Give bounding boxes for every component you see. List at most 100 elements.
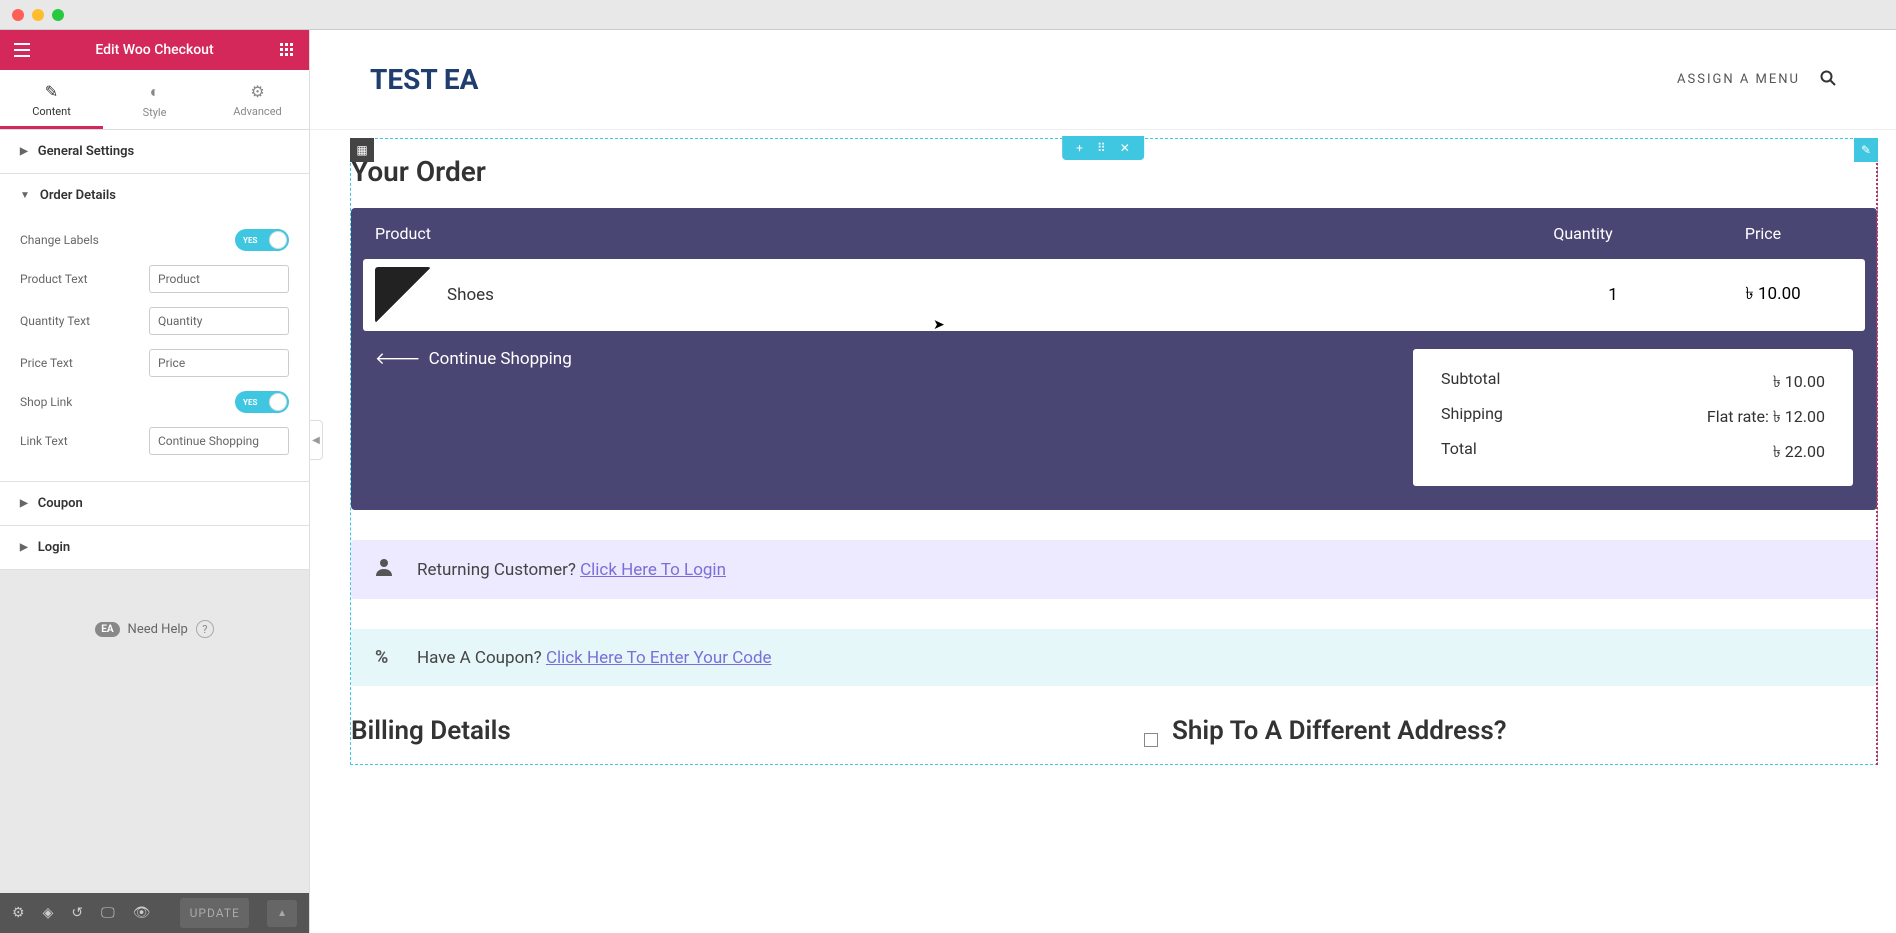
coupon-notice: % Have A Coupon? Click Here To Enter You… <box>351 629 1877 686</box>
product-price: ৳ 10.00 <box>1693 281 1853 309</box>
section-order-details-label: Order Details <box>40 188 116 203</box>
total-value: ৳ 22.00 <box>1773 439 1825 466</box>
product-image <box>375 267 431 323</box>
tab-advanced[interactable]: ⚙ Advanced <box>206 70 309 129</box>
column-handle-icon[interactable]: ▦ <box>350 138 374 162</box>
price-text-input[interactable] <box>149 349 289 377</box>
collapse-sidebar-handle[interactable]: ◀ <box>310 420 323 460</box>
product-name: Shoes <box>447 285 1533 305</box>
section-coupon-header[interactable]: ▶ Coupon <box>0 482 309 525</box>
tab-content[interactable]: ✎ Content <box>0 70 103 129</box>
minimize-window[interactable] <box>32 9 44 21</box>
total-label: Total <box>1441 439 1477 466</box>
responsive-icon[interactable]: 🖵 <box>101 905 115 921</box>
section-general-header[interactable]: ▶ General Settings <box>0 130 309 173</box>
edit-widget-icon[interactable]: ✎ <box>1854 138 1878 162</box>
shipping-label: Shipping <box>1441 404 1503 431</box>
update-options[interactable]: ▲ <box>267 900 297 927</box>
history-icon[interactable]: ↺ <box>71 905 83 921</box>
ship-different-checkbox[interactable] <box>1144 733 1158 747</box>
update-button[interactable]: UPDATE <box>180 898 249 928</box>
help-icon: ? <box>196 620 214 638</box>
toggle-yes-text-2: YES <box>243 398 257 407</box>
subtotal-label: Subtotal <box>1441 369 1500 396</box>
contrast-icon: ◐ <box>103 82 206 102</box>
section-controls: + ⠿ ✕ <box>1062 136 1144 160</box>
col-price: Price <box>1673 224 1853 243</box>
product-qty: 1 <box>1533 285 1693 305</box>
help-section: EA Need Help ? <box>0 570 309 893</box>
gear-icon: ⚙ <box>206 82 309 101</box>
caret-right-icon: ▶ <box>20 146 28 157</box>
login-link[interactable]: Click Here To Login <box>580 560 726 580</box>
close-section-icon[interactable]: ✕ <box>1120 141 1130 155</box>
preview-icon[interactable]: 👁 <box>133 905 151 921</box>
widgets-icon[interactable] <box>277 40 297 60</box>
site-title: TEST EA <box>370 63 478 96</box>
shop-link-toggle[interactable]: YES <box>235 391 289 413</box>
close-window[interactable] <box>12 9 24 21</box>
tab-style[interactable]: ◐ Style <box>103 70 206 129</box>
add-section-icon[interactable]: + <box>1076 141 1083 155</box>
caret-down-icon: ▼ <box>20 190 30 201</box>
editor-tabs: ✎ Content ◐ Style ⚙ Advanced <box>0 70 309 130</box>
billing-heading: Billing Details <box>351 716 1084 746</box>
editor-sidebar: Edit Woo Checkout ✎ Content ◐ Style ⚙ Ad… <box>0 30 310 933</box>
tab-content-label: Content <box>32 105 71 118</box>
bottom-toolbar: ⚙ ◈ ↺ 🖵 👁 UPDATE ▲ <box>0 893 309 933</box>
section-login-header[interactable]: ▶ Login <box>0 526 309 569</box>
toggle-yes-text: YES <box>243 236 257 245</box>
site-nav: ASSIGN A MENU <box>1677 70 1836 90</box>
ea-badge-icon: EA <box>95 622 119 637</box>
product-text-input[interactable] <box>149 265 289 293</box>
navigator-icon[interactable]: ◈ <box>43 905 54 921</box>
order-table: Product Quantity Price Shoes 1 ৳ 10.00 🡐 <box>351 208 1877 510</box>
pencil-icon: ✎ <box>0 82 103 101</box>
quantity-text-label: Quantity Text <box>20 314 90 328</box>
need-help[interactable]: EA Need Help ? <box>95 620 214 638</box>
section-general-label: General Settings <box>38 144 135 159</box>
col-product: Product <box>375 224 1493 243</box>
section-right-border <box>1874 146 1878 765</box>
ship-different-heading: Ship To A Different Address? <box>1172 716 1507 746</box>
site-header: TEST EA ASSIGN A MENU <box>310 30 1896 130</box>
shop-link-label: Shop Link <box>20 395 72 409</box>
settings-icon[interactable]: ⚙ <box>12 905 25 921</box>
section-coupon-label: Coupon <box>38 496 83 511</box>
order-row: Shoes 1 ৳ 10.00 <box>363 259 1865 331</box>
change-labels-label: Change Labels <box>20 233 99 247</box>
drag-section-icon[interactable]: ⠿ <box>1097 141 1106 155</box>
login-notice: Returning Customer? Click Here To Login <box>351 540 1877 599</box>
main-canvas: ◀ TEST EA ASSIGN A MENU + ⠿ ✕ ▦ ✎ ➤ Your… <box>310 30 1896 933</box>
section-login-label: Login <box>38 540 70 555</box>
quantity-text-input[interactable] <box>149 307 289 335</box>
continue-shopping-label: Continue Shopping <box>429 349 572 369</box>
percent-icon: % <box>375 647 395 668</box>
price-text-label: Price Text <box>20 356 73 370</box>
col-quantity: Quantity <box>1493 224 1673 243</box>
continue-shopping-link[interactable]: 🡐 Continue Shopping <box>375 349 572 369</box>
browser-chrome <box>0 0 1896 30</box>
assign-menu-link[interactable]: ASSIGN A MENU <box>1677 72 1800 87</box>
link-text-label: Link Text <box>20 434 68 448</box>
section-order-details-header[interactable]: ▼ Order Details <box>0 174 309 217</box>
widget-frame[interactable]: ▦ ✎ ➤ Your Order Product Quantity Price … <box>350 138 1878 765</box>
search-icon[interactable] <box>1820 70 1836 90</box>
change-labels-toggle[interactable]: YES <box>235 229 289 251</box>
subtotal-value: ৳ 10.00 <box>1773 369 1825 396</box>
user-icon <box>375 558 395 581</box>
section-general: ▶ General Settings <box>0 130 309 174</box>
maximize-window[interactable] <box>52 9 64 21</box>
need-help-label: Need Help <box>128 622 188 637</box>
panel-title: Edit Woo Checkout <box>32 42 277 58</box>
sidebar-header: Edit Woo Checkout <box>0 30 309 70</box>
caret-right-icon: ▶ <box>20 498 28 509</box>
link-text-input[interactable] <box>149 427 289 455</box>
caret-right-icon: ▶ <box>20 542 28 553</box>
shipping-value: Flat rate: ৳ 12.00 <box>1707 404 1825 431</box>
login-notice-text: Returning Customer? Click Here To Login <box>417 560 726 580</box>
hamburger-icon[interactable] <box>12 40 32 60</box>
product-text-label: Product Text <box>20 272 88 286</box>
coupon-link[interactable]: Click Here To Enter Your Code <box>546 648 772 668</box>
tab-style-label: Style <box>143 106 167 119</box>
